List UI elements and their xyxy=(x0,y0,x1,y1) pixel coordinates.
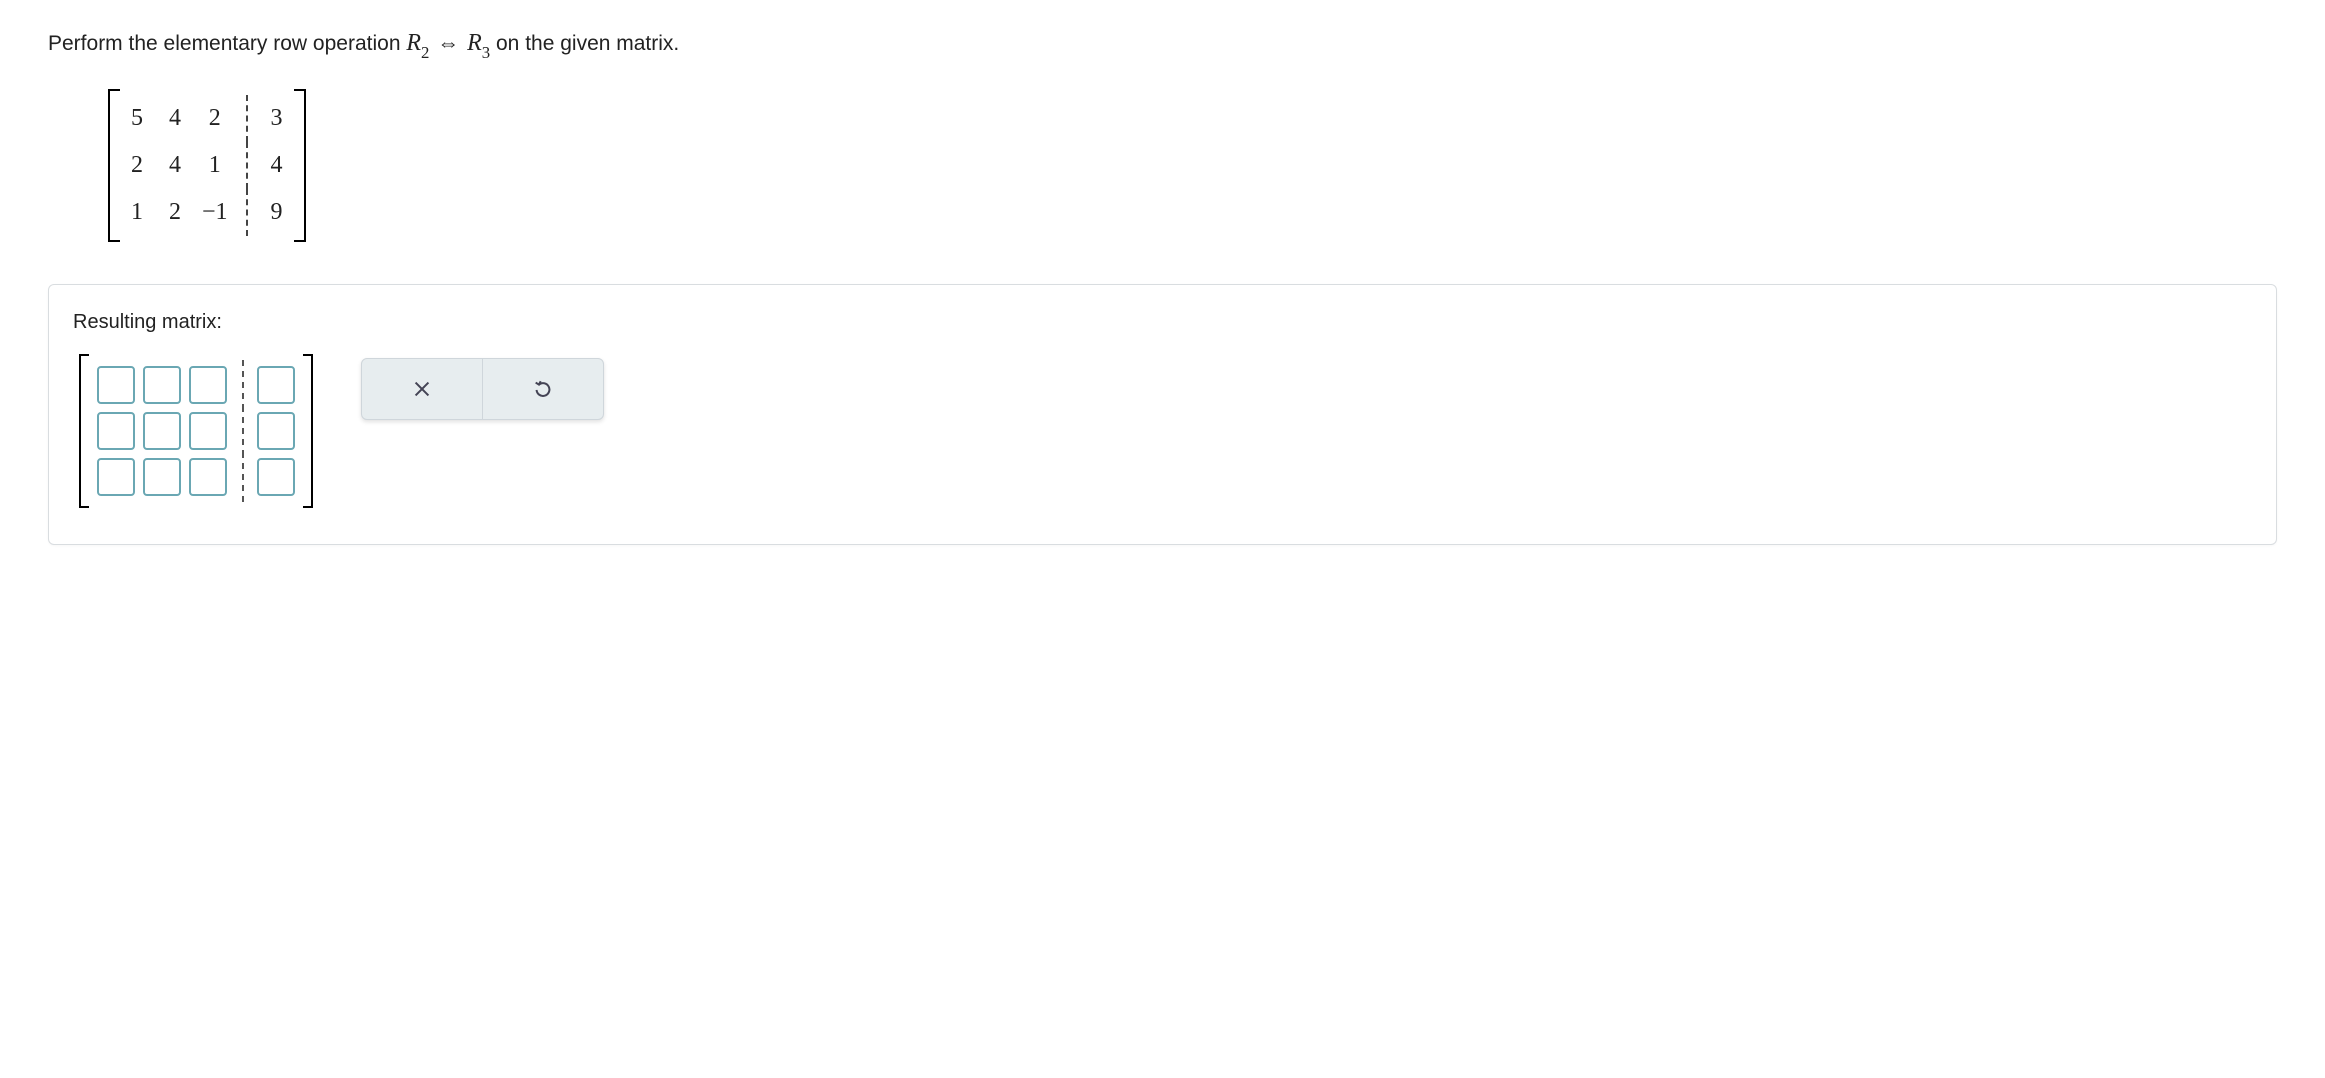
matrix-input[interactable] xyxy=(257,458,295,496)
matrix-cell: 2 xyxy=(194,95,247,142)
swap-arrow-icon: ⇔ xyxy=(435,30,461,56)
matrix-aug-cell: 4 xyxy=(247,142,296,189)
left-bracket-icon xyxy=(108,89,120,242)
matrix-row xyxy=(97,458,295,496)
matrix-input[interactable] xyxy=(189,412,227,450)
right-bracket-icon xyxy=(294,89,306,242)
matrix-cell: 1 xyxy=(118,189,156,236)
matrix-row: 5 4 2 3 xyxy=(118,95,296,142)
aug-separator xyxy=(235,366,249,404)
question-suffix: on the given matrix. xyxy=(496,32,679,55)
matrix-cell: 4 xyxy=(156,95,194,142)
matrix-cell: 5 xyxy=(118,95,156,142)
matrix-input[interactable] xyxy=(143,366,181,404)
matrix-cell: 2 xyxy=(118,142,156,189)
matrix-input[interactable] xyxy=(189,366,227,404)
panel-label: Resulting matrix: xyxy=(73,311,2252,334)
matrix-input[interactable] xyxy=(143,458,181,496)
matrix-input[interactable] xyxy=(97,458,135,496)
undo-icon xyxy=(532,378,554,400)
matrix-cell: 1 xyxy=(194,142,247,189)
matrix-input[interactable] xyxy=(143,412,181,450)
matrix-cell: 4 xyxy=(156,142,194,189)
matrix-cell: −1 xyxy=(194,189,247,236)
toolbar xyxy=(361,358,604,420)
x-icon xyxy=(411,378,433,400)
matrix-input[interactable] xyxy=(189,458,227,496)
aug-separator xyxy=(235,458,249,496)
reset-button[interactable] xyxy=(482,359,603,419)
right-bracket-icon xyxy=(303,354,313,508)
answer-matrix xyxy=(79,354,313,508)
left-bracket-icon xyxy=(79,354,89,508)
matrix-input[interactable] xyxy=(257,366,295,404)
matrix-input[interactable] xyxy=(257,412,295,450)
answer-panel: Resulting matrix: xyxy=(48,284,2277,545)
given-matrix: 5 4 2 3 2 4 1 4 1 2 −1 9 xyxy=(108,89,2277,248)
clear-button[interactable] xyxy=(362,359,482,419)
matrix-row xyxy=(97,366,295,404)
question-text: Perform the elementary row operation R2 … xyxy=(48,30,2277,61)
operation-r2: R2 xyxy=(406,30,429,56)
aug-separator xyxy=(235,412,249,450)
matrix-input[interactable] xyxy=(97,366,135,404)
matrix-row: 2 4 1 4 xyxy=(118,142,296,189)
matrix-row: 1 2 −1 9 xyxy=(118,189,296,236)
question-prefix: Perform the elementary row operation xyxy=(48,32,406,55)
matrix-input[interactable] xyxy=(97,412,135,450)
matrix-row xyxy=(97,412,295,450)
matrix-aug-cell: 9 xyxy=(247,189,296,236)
matrix-aug-cell: 3 xyxy=(247,95,296,142)
matrix-cell: 2 xyxy=(156,189,194,236)
operation-r3: R3 xyxy=(467,30,490,56)
